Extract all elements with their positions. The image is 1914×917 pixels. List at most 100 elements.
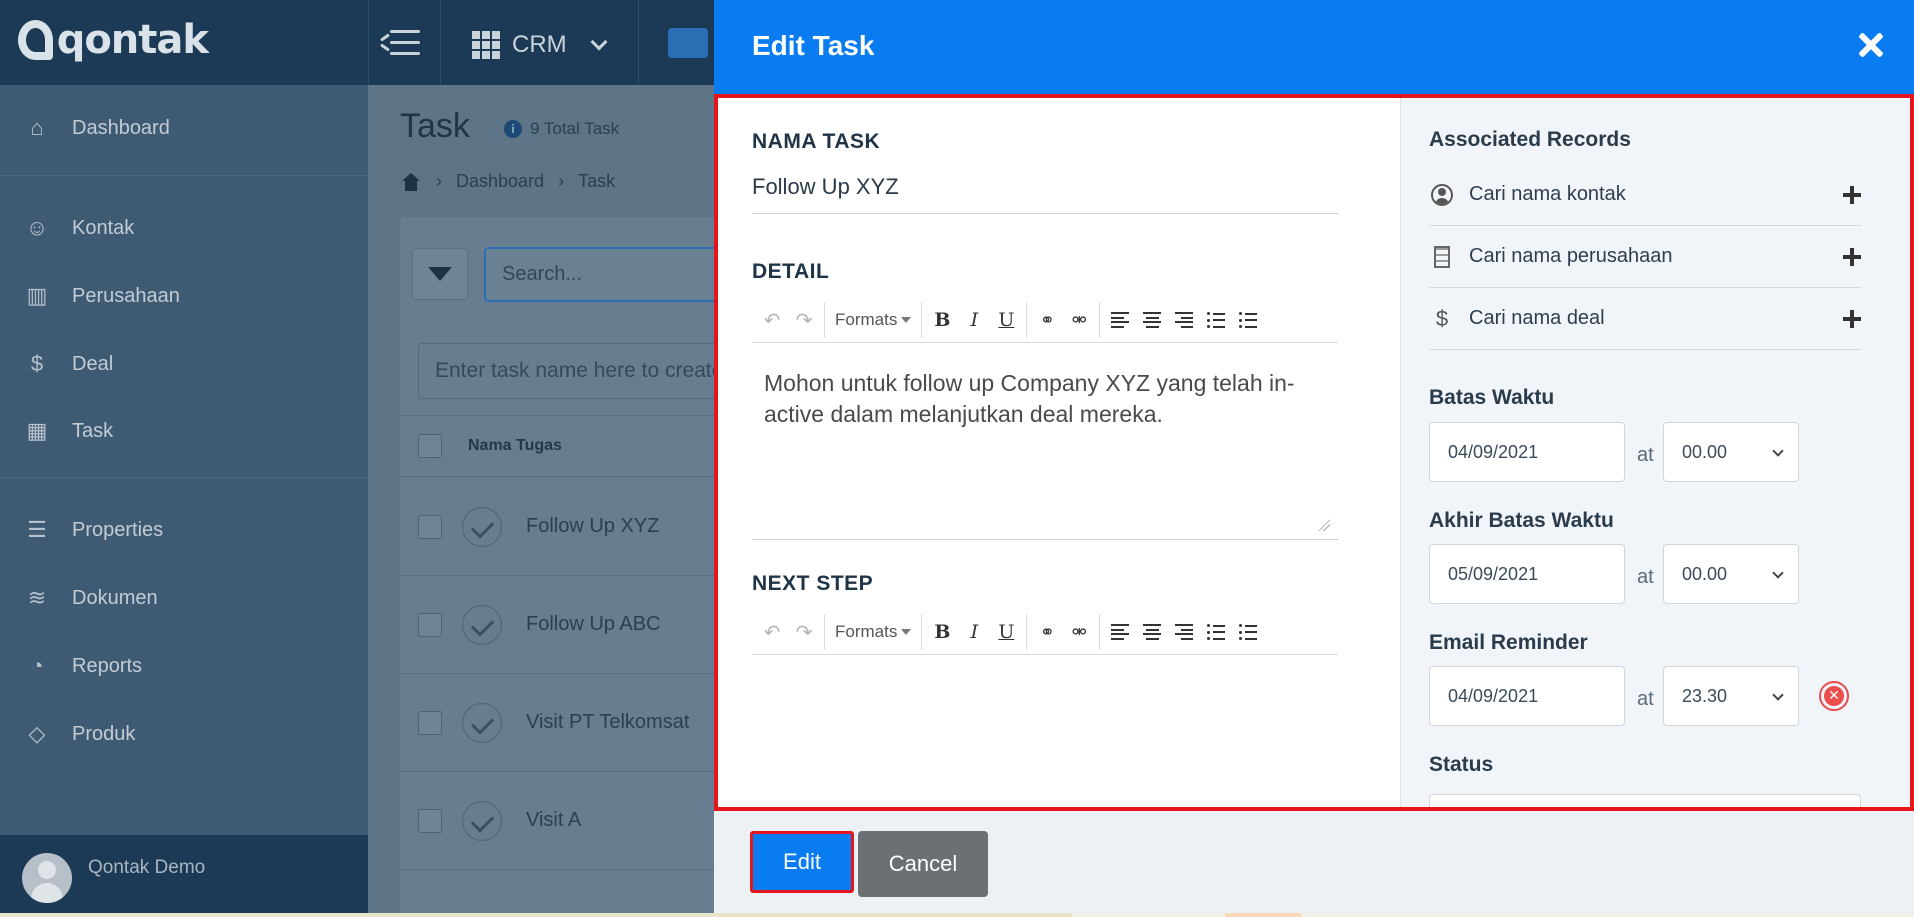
formats-dropdown[interactable]: Formats: [831, 622, 915, 642]
sidebar-item-deal[interactable]: $ Deal: [0, 334, 368, 394]
sidebar-item-label: Perusahaan: [72, 284, 180, 307]
complete-check-icon[interactable]: [462, 702, 502, 743]
detail-editor[interactable]: Mohon untuk follow up Company XYZ yang t…: [752, 344, 1338, 540]
cancel-button[interactable]: Cancel: [858, 831, 988, 897]
associate-contact-row[interactable]: Cari nama kontak: [1429, 164, 1861, 226]
edit-button[interactable]: Edit: [750, 831, 854, 893]
status-label: Status: [1429, 753, 1494, 776]
sidebar-item-task[interactable]: ▦ Task: [0, 401, 368, 461]
align-right-icon[interactable]: [1170, 618, 1198, 646]
link-group: ⚭ ⚮: [1027, 614, 1101, 650]
contact-search-label[interactable]: Cari nama kontak: [1469, 183, 1626, 206]
edit-task-modal: Edit Task NAMA TASK Follow Up XYZ DETAIL…: [714, 0, 1914, 917]
bold-icon[interactable]: B: [928, 306, 956, 334]
sidebar-user[interactable]: Qontak Demo: [0, 835, 368, 917]
search-input[interactable]: Search...: [484, 247, 744, 302]
pie-chart-icon: ◔: [30, 653, 44, 678]
link-icon[interactable]: ⚭: [1033, 618, 1061, 646]
redo-icon[interactable]: ↷: [790, 618, 818, 646]
underline-icon[interactable]: U: [992, 618, 1020, 646]
align-left-icon[interactable]: [1106, 306, 1134, 334]
sidebar-item-dokumen[interactable]: ≋ Dokumen: [0, 568, 368, 628]
plus-icon[interactable]: [1843, 247, 1861, 266]
batas-waktu-time-select[interactable]: 00.00: [1663, 422, 1799, 482]
formats-dropdown[interactable]: Formats: [831, 310, 915, 330]
numbered-list-icon[interactable]: [1234, 618, 1262, 646]
complete-check-icon[interactable]: [462, 800, 502, 841]
plus-icon[interactable]: [1843, 185, 1861, 204]
company-search-label[interactable]: Cari nama perusahaan: [1469, 245, 1672, 268]
breadcrumb-dashboard[interactable]: Dashboard: [456, 171, 544, 192]
email-reminder-label: Email Reminder: [1429, 631, 1588, 654]
sidebar-item-kontak[interactable]: ☺ Kontak: [0, 198, 368, 258]
akhir-batas-waktu-date-input[interactable]: 05/09/2021: [1429, 544, 1625, 604]
crm-switcher[interactable]: CRM: [472, 28, 608, 62]
close-icon[interactable]: [1858, 32, 1884, 58]
select-all-checkbox[interactable]: [418, 434, 442, 458]
table-row[interactable]: Follow Up XYZ: [400, 478, 760, 576]
row-checkbox[interactable]: [418, 808, 442, 833]
table-row[interactable]: Visit PT Telkomsat: [400, 674, 760, 772]
italic-icon[interactable]: I: [960, 618, 988, 646]
sidebar-item-reports[interactable]: ◔ Reports: [0, 636, 368, 696]
task-name[interactable]: Follow Up ABC: [526, 613, 661, 636]
table-row[interactable]: Visit A: [400, 772, 760, 870]
align-center-icon[interactable]: [1138, 618, 1166, 646]
resize-handle-icon[interactable]: [1318, 519, 1330, 531]
align-right-icon[interactable]: [1170, 306, 1198, 334]
bullet-list-icon[interactable]: [1202, 618, 1230, 646]
complete-check-icon[interactable]: [462, 604, 502, 645]
sidebar-item-label: Deal: [72, 352, 114, 375]
nama-task-input[interactable]: Follow Up XYZ: [752, 174, 1338, 214]
underline-icon[interactable]: U: [992, 306, 1020, 334]
row-checkbox[interactable]: [418, 612, 442, 637]
task-table-header: Nama Tugas: [400, 415, 760, 477]
menu-toggle-icon[interactable]: [380, 28, 420, 58]
remove-reminder-icon[interactable]: ✕: [1819, 681, 1849, 711]
plus-icon[interactable]: [1843, 309, 1861, 328]
breadcrumb-separator: ›: [558, 171, 565, 191]
align-left-icon[interactable]: [1106, 618, 1134, 646]
new-task-input[interactable]: Enter task name here to create: [418, 343, 748, 399]
unlink-icon[interactable]: ⚮: [1065, 306, 1093, 334]
sidebar-item-dashboard[interactable]: ⌂ Dashboard: [0, 98, 368, 158]
unlink-icon[interactable]: ⚮: [1065, 618, 1093, 646]
bold-icon[interactable]: B: [928, 618, 956, 646]
redo-icon[interactable]: ↷: [790, 306, 818, 334]
row-checkbox[interactable]: [418, 710, 442, 735]
undo-icon[interactable]: ↶: [758, 306, 786, 334]
numbered-list-icon[interactable]: [1234, 306, 1262, 334]
batas-waktu-date-input[interactable]: 04/09/2021: [1429, 422, 1625, 482]
italic-icon[interactable]: I: [960, 306, 988, 334]
filter-button[interactable]: [412, 248, 468, 300]
sidebar-item-properties[interactable]: ☰ Properties: [0, 500, 368, 560]
email-reminder-time-select[interactable]: 23.30: [1663, 666, 1799, 726]
navbar-divider: [440, 0, 441, 85]
status-select[interactable]: [1429, 794, 1861, 807]
task-name[interactable]: Follow Up XYZ: [526, 515, 659, 538]
associate-deal-row[interactable]: $ Cari nama deal: [1429, 288, 1861, 350]
undo-icon[interactable]: ↶: [758, 618, 786, 646]
complete-check-icon[interactable]: [462, 506, 502, 547]
sidebar-item-perusahaan[interactable]: ▥ Perusahaan: [0, 266, 368, 326]
akhir-batas-waktu-time-select[interactable]: 00.00: [1663, 544, 1799, 604]
sidebar-item-produk[interactable]: ◇ Produk: [0, 704, 368, 764]
navbar-app-icon[interactable]: [668, 28, 708, 58]
bullet-list-icon[interactable]: [1202, 306, 1230, 334]
associate-company-row[interactable]: Cari nama perusahaan: [1429, 226, 1861, 288]
breadcrumb-task: Task: [578, 171, 616, 191]
align-center-icon[interactable]: [1138, 306, 1166, 334]
link-icon[interactable]: ⚭: [1033, 306, 1061, 334]
task-name[interactable]: Visit A: [526, 809, 581, 832]
home-icon[interactable]: [400, 172, 422, 191]
table-row[interactable]: Follow Up ABC: [400, 576, 760, 674]
building-icon: [1429, 244, 1455, 270]
detail-text[interactable]: Mohon untuk follow up Company XYZ yang t…: [764, 368, 1324, 430]
row-checkbox[interactable]: [418, 514, 442, 539]
next-step-editor[interactable]: [752, 656, 1338, 806]
deal-search-label[interactable]: Cari nama deal: [1469, 307, 1605, 330]
task-name[interactable]: Visit PT Telkomsat: [526, 711, 689, 734]
email-reminder-date-input[interactable]: 04/09/2021: [1429, 666, 1625, 726]
qontak-logo[interactable]: qontak: [18, 17, 209, 63]
dollar-icon: $: [1435, 305, 1449, 331]
